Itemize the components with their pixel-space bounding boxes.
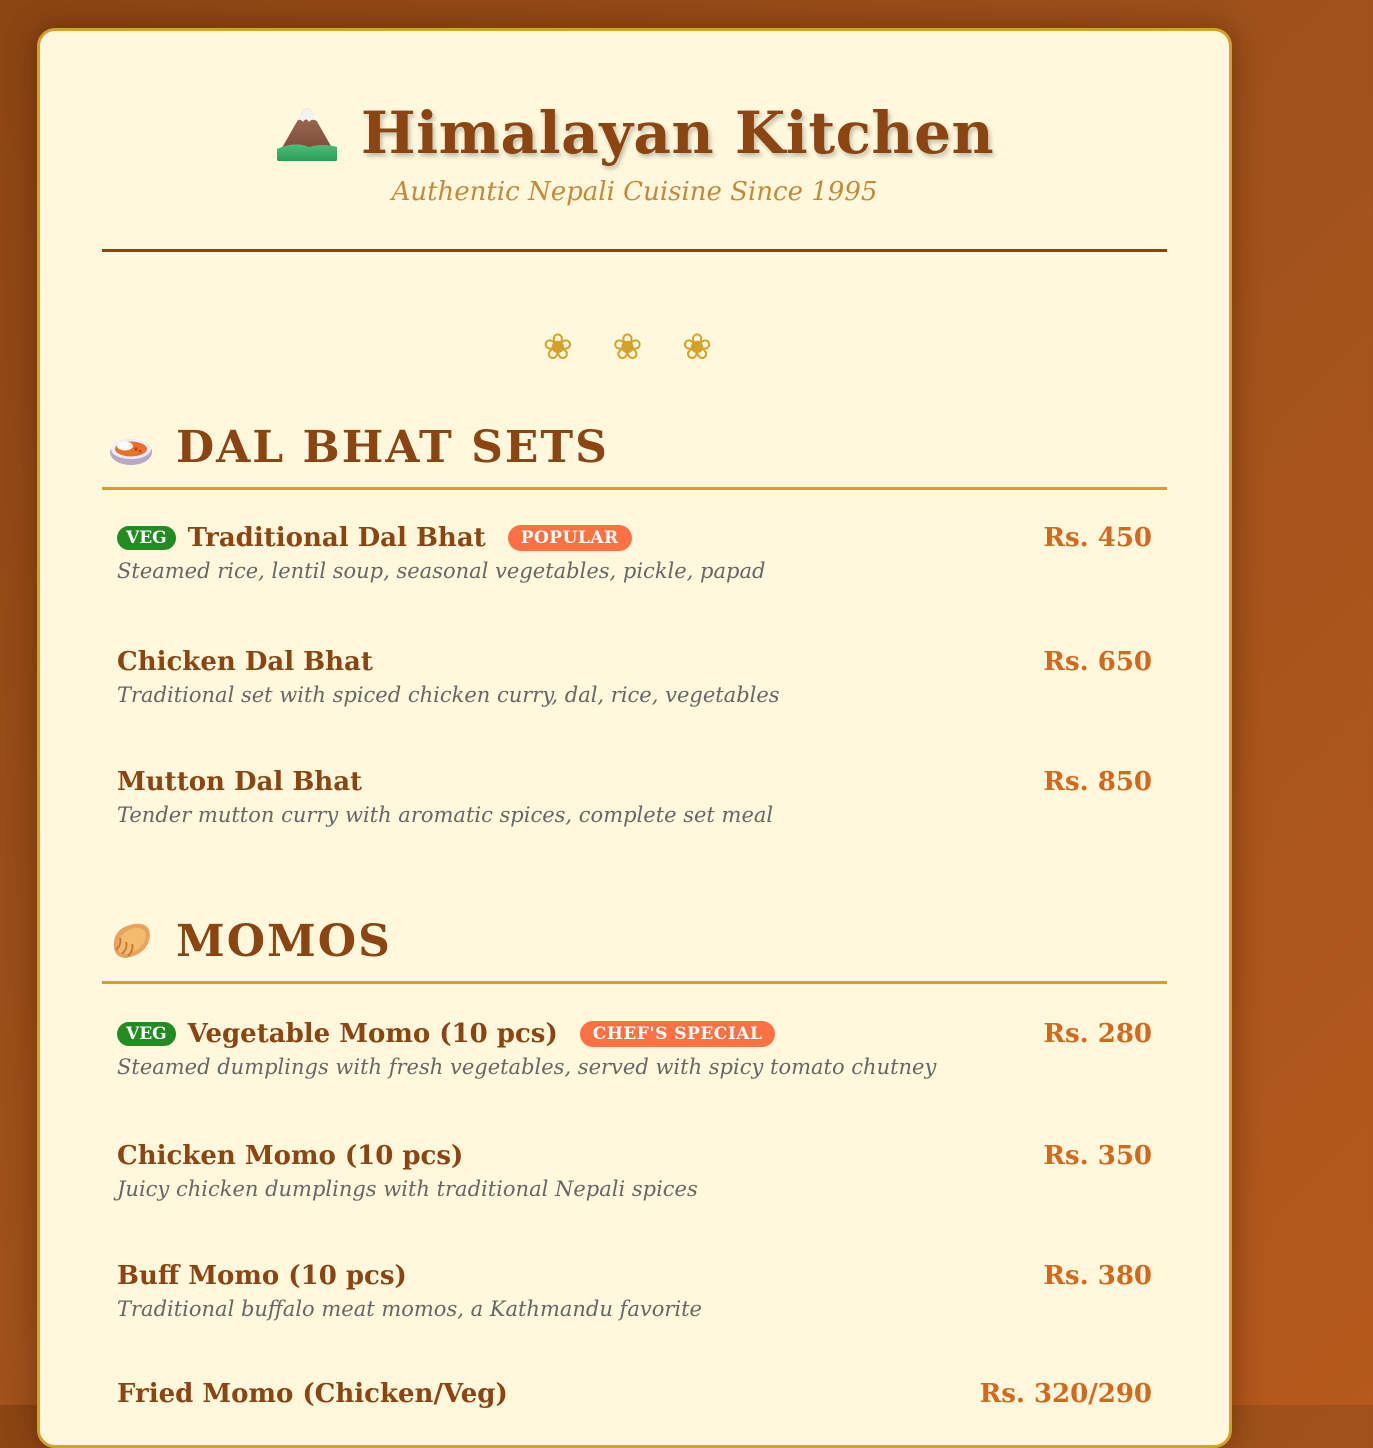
menu-item: Buff Momo (10 pcs) Rs. 380 Traditional b… [117,1261,1152,1321]
item-name: Vegetable Momo (10 pcs) [187,1019,558,1049]
popular-tag: POPULAR [507,525,632,551]
item-description: Tender mutton curry with aromatic spices… [117,803,774,827]
restaurant-subtitle: Authentic Nepali Cuisine Since 1995 [391,177,878,207]
section-divider [102,487,1167,490]
item-name: Chicken Dal Bhat [117,647,373,677]
flower-ornament: ❀ ❀ ❀ [542,327,727,368]
section-momos: MOMOS VEG Vegetable Momo (10 pcs) CHEF'S… [102,909,1167,1409]
section-title: MOMOS [176,915,392,967]
item-name: Mutton Dal Bhat [117,767,363,797]
item-description: Juicy chicken dumplings with traditional… [117,1177,698,1201]
item-description: Traditional buffalo meat momos, a Kathma… [117,1297,702,1321]
veg-badge: VEG [117,526,176,550]
item-name: Buff Momo (10 pcs) [117,1261,407,1291]
header-divider [102,249,1167,252]
item-description: Traditional set with spiced chicken curr… [117,683,780,707]
item-name: Chicken Momo (10 pcs) [117,1141,464,1171]
menu-header: Himalayan Kitchen Authentic Nepali Cuisi… [40,99,1229,207]
item-price: Rs. 380 [1043,1261,1152,1291]
menu-card: Himalayan Kitchen Authentic Nepali Cuisi… [37,28,1232,1448]
mountain-icon [276,108,337,161]
item-description: Steamed rice, lentil soup, seasonal vege… [117,559,766,583]
veg-badge: VEG [117,1022,176,1046]
item-price: Rs. 650 [1043,647,1152,677]
item-name: Traditional Dal Bhat [187,523,486,553]
item-description: Steamed dumplings with fresh vegetables,… [117,1055,937,1079]
item-price: Rs. 850 [1043,767,1152,797]
menu-item: Chicken Dal Bhat Rs. 650 Traditional set… [117,647,1152,707]
item-price: Rs. 280 [1043,1019,1152,1049]
section-title: DAL BHAT SETS [176,421,609,473]
restaurant-title: Himalayan Kitchen [360,99,995,167]
menu-item: VEG Vegetable Momo (10 pcs) CHEF'S SPECI… [117,1019,1152,1079]
menu-item: Chicken Momo (10 pcs) Rs. 350 Juicy chic… [117,1141,1152,1201]
curry-rice-icon [110,439,152,465]
item-price: Rs. 350 [1043,1141,1152,1171]
chefs-special-tag: CHEF'S SPECIAL [579,1021,776,1047]
menu-item: VEG Traditional Dal Bhat POPULAR Rs. 450… [117,523,1152,583]
item-price: Rs. 450 [1043,523,1152,553]
section-divider [102,981,1167,984]
dumpling-icon [113,923,150,958]
menu-item: Mutton Dal Bhat Rs. 850 Tender mutton cu… [117,767,1152,827]
section-dal-bhat-sets: DAL BHAT SETS VEG Traditional Dal Bhat P… [102,415,1167,827]
